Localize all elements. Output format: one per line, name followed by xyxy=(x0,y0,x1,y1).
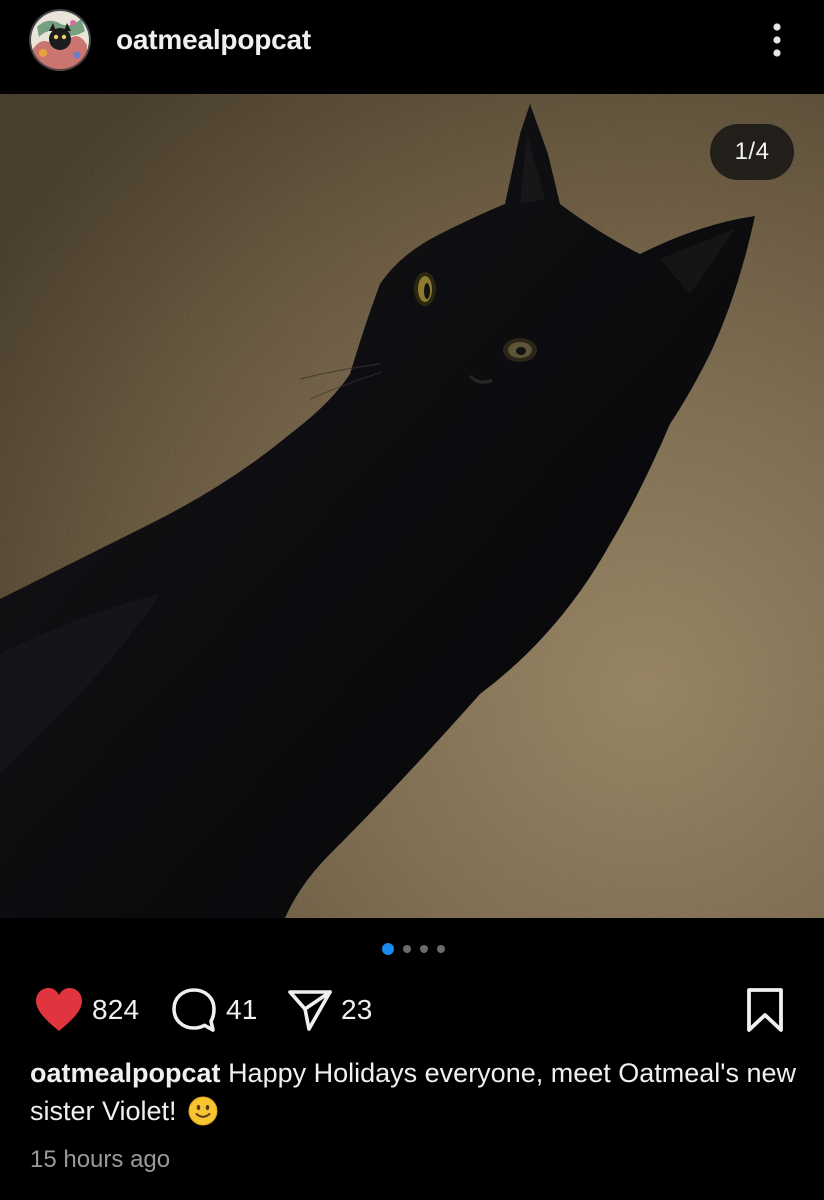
action-bar: 824 41 23 xyxy=(0,980,824,1040)
like-count: 824 xyxy=(92,994,140,1025)
avatar-image xyxy=(29,9,91,71)
slightly-smiling-face-emoji-icon xyxy=(188,1096,218,1126)
share-count: 23 xyxy=(341,994,373,1025)
post-photo-black-cat xyxy=(0,94,824,918)
post-media[interactable]: 1/4 xyxy=(0,94,824,918)
media-counter: 1/4 xyxy=(710,124,794,180)
carousel-indicator xyxy=(0,940,824,958)
post-timestamp: 15 hours ago xyxy=(30,1146,171,1173)
carousel-dot-active[interactable] xyxy=(381,943,394,955)
post-username[interactable]: oatmealpopcat xyxy=(116,22,311,58)
like-button[interactable]: 824 xyxy=(34,980,139,1040)
share-button[interactable]: 23 xyxy=(287,980,373,1040)
more-vertical-icon xyxy=(773,23,781,57)
carousel-dot[interactable] xyxy=(436,945,445,953)
post-caption: oatmealpopcat Happy Holidays everyone, m… xyxy=(30,1054,800,1130)
comment-count: 41 xyxy=(226,994,258,1025)
more-options-button[interactable] xyxy=(760,16,794,64)
carousel-dot[interactable] xyxy=(419,945,428,953)
avatar[interactable] xyxy=(29,9,91,71)
send-icon xyxy=(288,990,332,1031)
heart-icon xyxy=(36,988,82,1031)
comment-bubble-icon xyxy=(172,988,216,1032)
bookmark-icon xyxy=(747,988,783,1032)
comment-button[interactable]: 41 xyxy=(170,980,258,1040)
save-button[interactable] xyxy=(742,986,788,1034)
carousel-dot[interactable] xyxy=(402,945,411,953)
caption-username[interactable]: oatmealpopcat xyxy=(30,1058,221,1088)
post-header: oatmealpopcat xyxy=(0,0,824,94)
